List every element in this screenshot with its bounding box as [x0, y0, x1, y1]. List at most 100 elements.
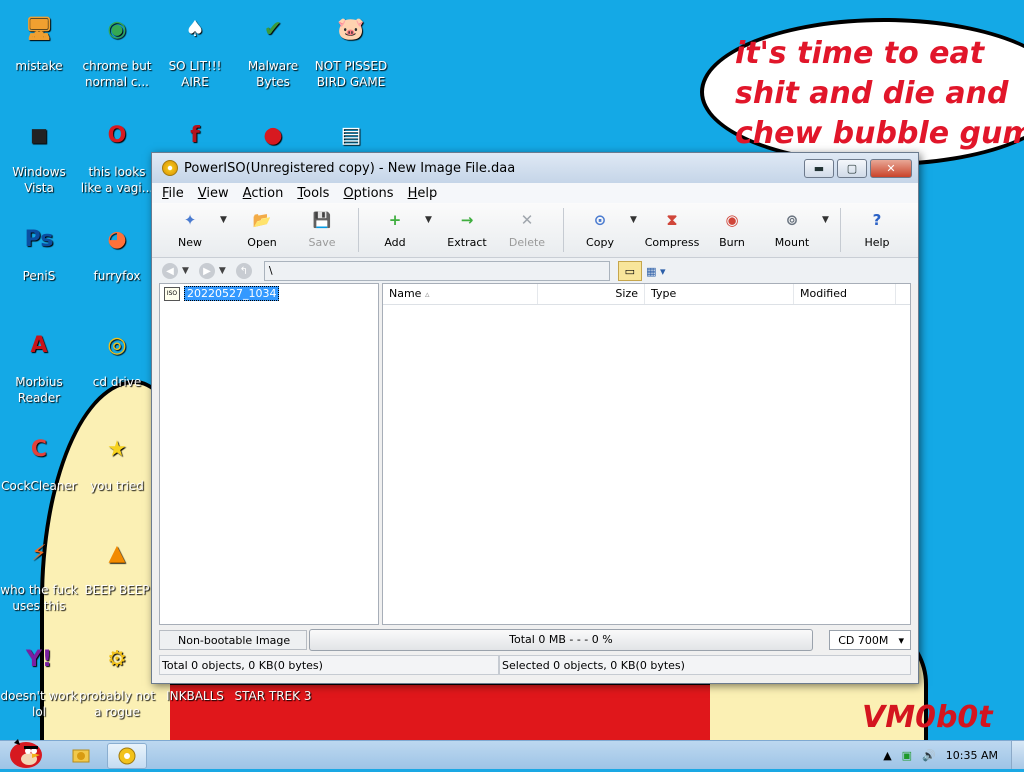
- desktop-icon[interactable]: ▲ BEEP BEEP: [78, 530, 156, 598]
- forward-icon[interactable]: ▶: [198, 263, 215, 279]
- desktop-icon-label: furryfox: [93, 269, 141, 283]
- title-bar[interactable]: PowerISO(Unregistered copy) - New Image …: [152, 153, 918, 183]
- dropdown-arrow-icon[interactable]: ▼: [220, 203, 232, 225]
- desktop-icon-label: CockCleaner: [1, 479, 77, 493]
- menu-file[interactable]: File: [162, 186, 184, 201]
- toolbar-label: Mount: [774, 236, 810, 249]
- desktop-icon[interactable]: 🐷 NOT PISSED BIRD GAME: [312, 6, 390, 90]
- tray-expand-icon[interactable]: ▲: [883, 749, 891, 762]
- desktop-icon[interactable]: ⚙ probably not a rogue: [78, 636, 156, 720]
- desktop-icon[interactable]: ◼ Windows Vista: [0, 112, 78, 196]
- close-button[interactable]: ✕: [870, 159, 912, 178]
- menu-tools[interactable]: Tools: [297, 186, 329, 201]
- toolbar-add-button[interactable]: + Add: [365, 203, 425, 249]
- menu-help[interactable]: Help: [408, 186, 438, 201]
- desktop-icon[interactable]: ★ you tried: [78, 426, 156, 494]
- poweriso-window[interactable]: PowerISO(Unregistered copy) - New Image …: [151, 152, 919, 684]
- desktop-icon[interactable]: Othis looks like a vagi...: [78, 112, 156, 196]
- desktop-icon[interactable]: ◉ chrome but normal c...: [78, 6, 156, 90]
- desktop-icon-label: NOT PISSED BIRD GAME: [314, 59, 388, 89]
- volume-icon[interactable]: 🔊: [922, 749, 936, 762]
- menu-view[interactable]: View: [198, 186, 229, 201]
- network-icon[interactable]: ▣: [902, 749, 912, 762]
- back-icon[interactable]: ◀: [162, 263, 178, 279]
- toolbar-open-button[interactable]: 📂 Open: [232, 203, 292, 249]
- taskbar-explorer-icon[interactable]: [62, 743, 100, 767]
- speech-bubble-text: it's time to eat shit and die and chew b…: [735, 36, 1024, 151]
- desktop-icon[interactable]: ✔ Malware Bytes: [234, 6, 312, 90]
- desktop-icon[interactable]: Ps PeniS: [0, 216, 78, 284]
- desktop-icon[interactable]: Y! doesn't work lol: [0, 636, 78, 720]
- media-capacity-select[interactable]: CD 700M ▾: [829, 630, 912, 650]
- desktop-icon-label: STAR TREK 3: [234, 689, 312, 703]
- desktop-icon-image: 🐷: [337, 17, 365, 42]
- toolbar-burn-button[interactable]: ◉ Burn: [702, 203, 762, 249]
- desktop-icon[interactable]: C CockCleaner: [0, 426, 78, 494]
- desktop-icon-image: 🖥: [25, 17, 53, 42]
- desktop-icon[interactable]: 🖥 mistake: [0, 6, 78, 74]
- toolbar-help-button[interactable]: ? Help: [847, 203, 907, 249]
- status-selected: Selected 0 objects, 0 KB(0 bytes): [499, 655, 911, 675]
- minimize-button[interactable]: ▬: [804, 159, 834, 178]
- desktop-icon-label: probably not a rogue: [78, 689, 156, 719]
- dropdown-arrow-icon[interactable]: ▼: [822, 203, 834, 225]
- view-mode-icon[interactable]: ▦ ▾: [645, 262, 667, 280]
- desktop-icon[interactable]: A Morbius Reader: [0, 322, 78, 406]
- show-desktop-button[interactable]: [1011, 741, 1024, 769]
- taskbar-poweriso-icon[interactable]: [107, 743, 147, 769]
- file-list[interactable]: Name ▵ Size Type Modified: [382, 283, 911, 625]
- desktop-icon-image: ▲: [108, 541, 126, 566]
- toolbar-extract-button[interactable]: → Extract: [437, 203, 497, 249]
- dropdown-arrow-icon[interactable]: ▼: [630, 203, 642, 225]
- folder-view-icon[interactable]: ▭: [617, 261, 642, 281]
- desktop-icon[interactable]: ⚡ who the fuck uses this: [0, 530, 78, 614]
- wallpaper-signature: VM0b0t: [862, 700, 993, 735]
- toolbar-label: New: [178, 236, 202, 249]
- folder-tree[interactable]: ISO 20220527_1034: [159, 283, 379, 625]
- chevron-down-icon: ▾: [898, 634, 905, 647]
- maximize-button[interactable]: ▢: [837, 159, 867, 178]
- path-input[interactable]: \: [263, 261, 610, 281]
- up-folder-icon[interactable]: ↰: [235, 263, 252, 279]
- column-name[interactable]: Name ▵: [383, 284, 538, 304]
- toolbar-label: Burn: [719, 236, 745, 249]
- file-list-header: Name ▵ Size Type Modified: [383, 284, 910, 305]
- system-tray: ▲ ▣ 🔊 10:35 AM: [883, 741, 1024, 769]
- desktop-icon-label: Windows Vista: [12, 165, 66, 195]
- address-bar: ◀ ▼ ▶ ▼ ↰ \ ▭ ▦ ▾: [152, 258, 918, 284]
- menu-action[interactable]: Action: [243, 186, 284, 201]
- desktop-icon-label: this looks like a vagi...: [80, 165, 154, 195]
- clock[interactable]: 10:35 AM: [946, 749, 998, 762]
- new-icon: ✦: [183, 211, 197, 229]
- desktop-icon-image: ◎: [107, 333, 127, 358]
- desktop-icon-label: PeniS: [22, 269, 56, 283]
- start-button[interactable]: [4, 733, 48, 769]
- toolbar-copy-button[interactable]: ⊙ Copy: [570, 203, 630, 249]
- desktop-icon-label: Morbius Reader: [15, 375, 63, 405]
- column-modified[interactable]: Modified: [794, 284, 896, 304]
- toolbar-separator: [563, 208, 564, 252]
- desktop-icon-image: O: [107, 123, 127, 148]
- toolbar-save-button: 💾 Save: [292, 203, 352, 249]
- desktop-icon[interactable]: ◎ cd drive: [78, 322, 156, 390]
- toolbar-compress-button[interactable]: ⧗ Compress: [642, 203, 702, 249]
- forward-dropdown-icon[interactable]: ▼: [219, 266, 226, 276]
- menu-options[interactable]: Options: [343, 186, 393, 201]
- toolbar-delete-button: ✕ Delete: [497, 203, 557, 249]
- toolbar: ✦ New ▼ 📂 Open 💾 Save + Add ▼ → Extract ✕ Delete ⊙ Copy…: [152, 203, 918, 258]
- column-size[interactable]: Size: [538, 284, 645, 304]
- desktop-icon[interactable]: ◕ furryfox: [78, 216, 156, 284]
- tree-item-image[interactable]: ISO 20220527_1034: [164, 286, 280, 301]
- column-type[interactable]: Type: [645, 284, 794, 304]
- dropdown-arrow-icon[interactable]: ▼: [425, 203, 437, 225]
- toolbar-new-button[interactable]: ✦ New: [160, 203, 220, 249]
- bootable-status: Non-bootable Image: [159, 630, 307, 650]
- desktop-icon[interactable]: ♠ SO LIT!!! AIRE: [156, 6, 234, 90]
- desktop-icon-image: Y!: [26, 647, 52, 672]
- toolbar-mount-button[interactable]: ⊚ Mount: [762, 203, 822, 249]
- desktop-icon-image: ✔: [263, 17, 283, 42]
- desktop-icon-label: chrome but normal c...: [82, 59, 152, 89]
- toolbar-label: Copy: [586, 236, 614, 249]
- desktop-icon-label: cd drive: [92, 375, 142, 389]
- back-dropdown-icon[interactable]: ▼: [182, 266, 189, 276]
